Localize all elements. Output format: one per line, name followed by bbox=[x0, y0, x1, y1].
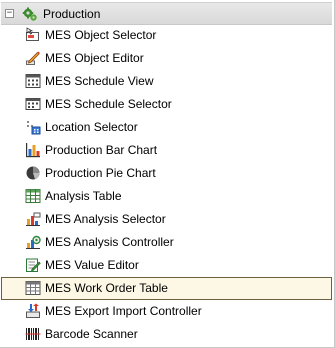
group-header-production[interactable]: − Production bbox=[1, 2, 332, 25]
item-label: MES Export Import Controller bbox=[45, 304, 202, 318]
list-item-production-pie-chart[interactable]: Production Pie Chart bbox=[1, 162, 332, 185]
list-item-mes-work-order-table[interactable]: MES Work Order Table bbox=[1, 277, 332, 300]
collapse-toggle[interactable]: − bbox=[5, 9, 14, 18]
location-selector-icon bbox=[27, 121, 41, 135]
group-label: Production bbox=[43, 7, 101, 21]
list-item-mes-object-selector[interactable]: MES Object Selector bbox=[1, 24, 332, 47]
production-gears-icon bbox=[22, 7, 37, 21]
item-label: MES Analysis Controller bbox=[45, 235, 174, 249]
list-item-location-selector[interactable]: Location Selector bbox=[1, 116, 332, 139]
analysis-selector-icon bbox=[26, 212, 41, 226]
list-item-mes-object-editor[interactable]: MES Object Editor bbox=[1, 47, 332, 70]
list-item-mes-analysis-selector[interactable]: MES Analysis Selector bbox=[1, 208, 332, 231]
list-item-mes-schedule-view[interactable]: MES Schedule View bbox=[1, 70, 332, 93]
list-item-mes-analysis-controller[interactable]: MES Analysis Controller bbox=[1, 231, 332, 254]
barcode-scanner-icon bbox=[25, 328, 41, 340]
item-label: MES Analysis Selector bbox=[45, 212, 166, 226]
item-label: Barcode Scanner bbox=[45, 327, 138, 341]
list-item-mes-schedule-selector[interactable]: MES Schedule Selector bbox=[1, 93, 332, 116]
list-item-mes-value-editor[interactable]: MES Value Editor bbox=[1, 254, 332, 277]
bar-chart-icon bbox=[26, 143, 40, 158]
component-list: MES Object Selector MES Object Editor ME… bbox=[0, 24, 333, 346]
work-order-table-icon bbox=[25, 281, 41, 295]
component-palette: − Production MES Object Selector MES Obj… bbox=[0, 0, 335, 348]
item-label: Production Bar Chart bbox=[45, 143, 158, 157]
list-item-production-bar-chart[interactable]: Production Bar Chart bbox=[1, 139, 332, 162]
list-item-barcode-scanner[interactable]: Barcode Scanner bbox=[1, 323, 332, 346]
object-editor-icon bbox=[26, 51, 40, 65]
object-selector-icon bbox=[26, 27, 39, 41]
pie-chart-icon bbox=[26, 166, 40, 180]
item-label: MES Object Editor bbox=[45, 51, 144, 65]
item-label: MES Object Selector bbox=[45, 28, 157, 42]
item-label: MES Value Editor bbox=[45, 258, 139, 272]
list-item-analysis-table[interactable]: Analysis Table bbox=[1, 185, 332, 208]
item-label: MES Work Order Table bbox=[45, 281, 168, 295]
item-label: Production Pie Chart bbox=[45, 166, 156, 180]
schedule-view-icon bbox=[25, 74, 41, 88]
item-label: MES Schedule View bbox=[45, 74, 154, 88]
list-item-mes-export-import-controller[interactable]: MES Export Import Controller bbox=[1, 300, 332, 323]
value-editor-icon bbox=[26, 258, 41, 272]
item-label: MES Schedule Selector bbox=[45, 97, 172, 111]
analysis-controller-icon bbox=[26, 235, 41, 249]
export-import-icon bbox=[26, 303, 40, 318]
item-label: Location Selector bbox=[45, 120, 138, 134]
item-label: Analysis Table bbox=[45, 189, 122, 203]
schedule-selector-icon bbox=[25, 98, 41, 110]
table-icon bbox=[25, 189, 41, 203]
